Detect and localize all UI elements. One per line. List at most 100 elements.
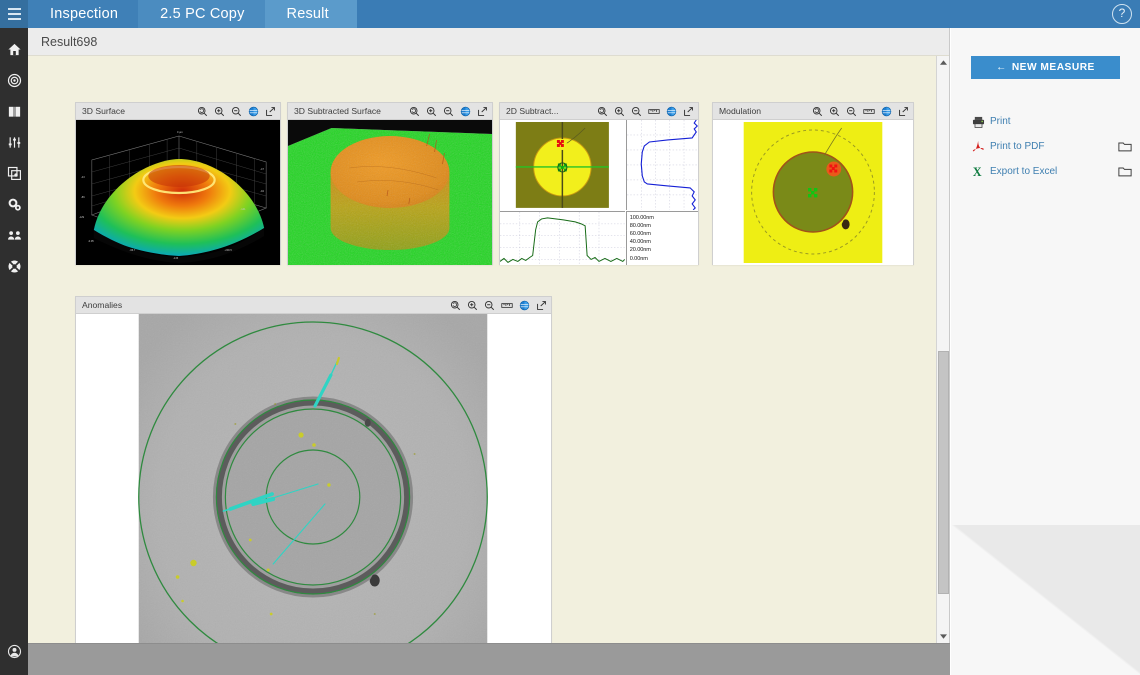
zoom-reset-icon[interactable] [197,106,208,117]
scroll-up-icon[interactable] [937,56,950,69]
ruler-icon[interactable] [501,300,513,311]
scale-label: 20.00nm [630,246,698,254]
palette-icon[interactable] [248,106,259,117]
zoom-out-icon[interactable] [631,106,642,117]
zoom-in-icon[interactable] [214,106,225,117]
red-marker [826,162,841,177]
scale-label: 60.00nm [630,230,698,238]
sidebar-item-layers[interactable] [0,158,28,189]
popout-icon[interactable] [265,106,276,117]
panel-title: Modulation [719,106,761,116]
zoom-in-icon[interactable] [467,300,478,311]
zoom-out-icon[interactable] [231,106,242,117]
panel-3d-surface: 3D Surface [75,102,281,265]
panel-header: Anomalies [76,297,551,314]
breadcrumb-item-inspection[interactable]: Inspection [28,0,138,28]
result-label: Result698 [41,35,97,49]
users-icon [7,228,22,243]
panel-toolbar [197,106,276,117]
vertical-scrollbar[interactable] [936,56,949,643]
zoom-reset-icon[interactable] [812,106,823,117]
subtracted-surface-3d-plot [288,120,492,265]
scale-label: 40.00nm [630,238,698,246]
sidebar-item-book[interactable] [0,96,28,127]
sidebar-item-users[interactable] [0,220,28,251]
breadcrumb-item-pc-copy[interactable]: 2.5 PC Copy [138,0,264,28]
zoom-in-icon[interactable] [614,106,625,117]
hamburger-icon[interactable] [0,0,28,28]
svg-text:-141: -141 [240,207,246,211]
panel-title: 3D Surface [82,106,125,116]
panel-toolbar [812,106,909,117]
print-label: Print [990,116,1132,127]
home-icon [7,42,22,57]
breadcrumb-label: Inspection [50,6,118,22]
zoom-reset-icon[interactable] [409,106,420,117]
panels-canvas: 3D Surface [28,56,949,643]
breadcrumb-label: Result [287,6,329,22]
zoom-out-icon[interactable] [484,300,495,311]
help-icon[interactable]: ? [1112,4,1132,24]
panel-content[interactable]: 0 µm -43-86-129 -47-94 -141 -0.05-66.7 -… [76,120,280,265]
popout-icon[interactable] [477,106,488,117]
panel-2d-subtracted: 2D Subtract... [499,102,699,265]
breadcrumb-item-result[interactable]: Result [265,0,357,28]
print-to-pdf-label: Print to PDF [990,141,1118,152]
svg-text:X: X [973,165,982,178]
svg-text:-43: -43 [81,175,85,179]
export-to-excel-action[interactable]: X Export to Excel [972,159,1132,184]
panel-header: Modulation [713,103,913,120]
left-sidebar [0,28,28,675]
new-measure-label: NEW MEASURE [1012,62,1095,73]
scroll-down-icon[interactable] [937,630,950,643]
print-to-pdf-action[interactable]: Print to PDF [972,134,1132,159]
zoom-out-icon[interactable] [443,106,454,117]
sidebar-item-settings[interactable] [0,189,28,220]
zoom-reset-icon[interactable] [450,300,461,311]
scroll-thumb[interactable] [938,351,949,594]
sidebar-item-support[interactable] [0,251,28,282]
zoom-out-icon[interactable] [846,106,857,117]
right-action-panel: ← NEW MEASURE Print [951,28,1140,675]
panel-content[interactable] [76,314,551,675]
printer-icon [972,116,990,128]
popout-icon[interactable] [683,106,694,117]
popout-icon[interactable] [898,106,909,117]
panel-content[interactable] [713,120,913,265]
panel-header: 3D Subtracted Surface [288,103,492,120]
book-icon [7,104,22,119]
horizontal-profile-plot [500,211,625,265]
zoom-in-icon[interactable] [829,106,840,117]
panel-3d-subtracted-surface: 3D Subtracted Surface [287,102,493,265]
popout-icon[interactable] [536,300,547,311]
ruler-icon[interactable] [648,106,660,117]
pdf-icon [972,140,990,153]
sidebar-item-account[interactable] [0,636,28,667]
folder-icon[interactable] [1118,166,1132,177]
panel-toolbar [597,106,694,117]
palette-icon[interactable] [460,106,471,117]
ruler-icon[interactable] [863,106,875,117]
panel-content[interactable]: 100.00nm 80.00nm 60.00nm 40.00nm 20.00nm… [500,120,698,265]
palette-icon[interactable] [666,106,677,117]
layers-icon [7,166,22,181]
settings-gears-icon [7,197,22,212]
sidebar-item-settings-sliders[interactable] [0,127,28,158]
new-measure-button[interactable]: ← NEW MEASURE [971,56,1120,79]
palette-icon[interactable] [519,300,530,311]
help-label: ? [1119,6,1126,20]
lifebuoy-icon [7,259,22,274]
zoom-in-icon[interactable] [426,106,437,117]
panel-title: Anomalies [82,300,122,310]
sidebar-item-target[interactable] [0,65,28,96]
sidebar-item-home[interactable] [0,34,28,65]
palette-icon[interactable] [881,106,892,117]
print-action[interactable]: Print [972,109,1132,134]
target-icon [7,73,22,88]
red-marker [556,139,567,150]
export-actions-list: Print Print to PDF X [972,109,1132,184]
folder-icon[interactable] [1118,141,1132,152]
panel-content[interactable] [288,120,492,265]
account-icon [7,644,22,659]
zoom-reset-icon[interactable] [597,106,608,117]
